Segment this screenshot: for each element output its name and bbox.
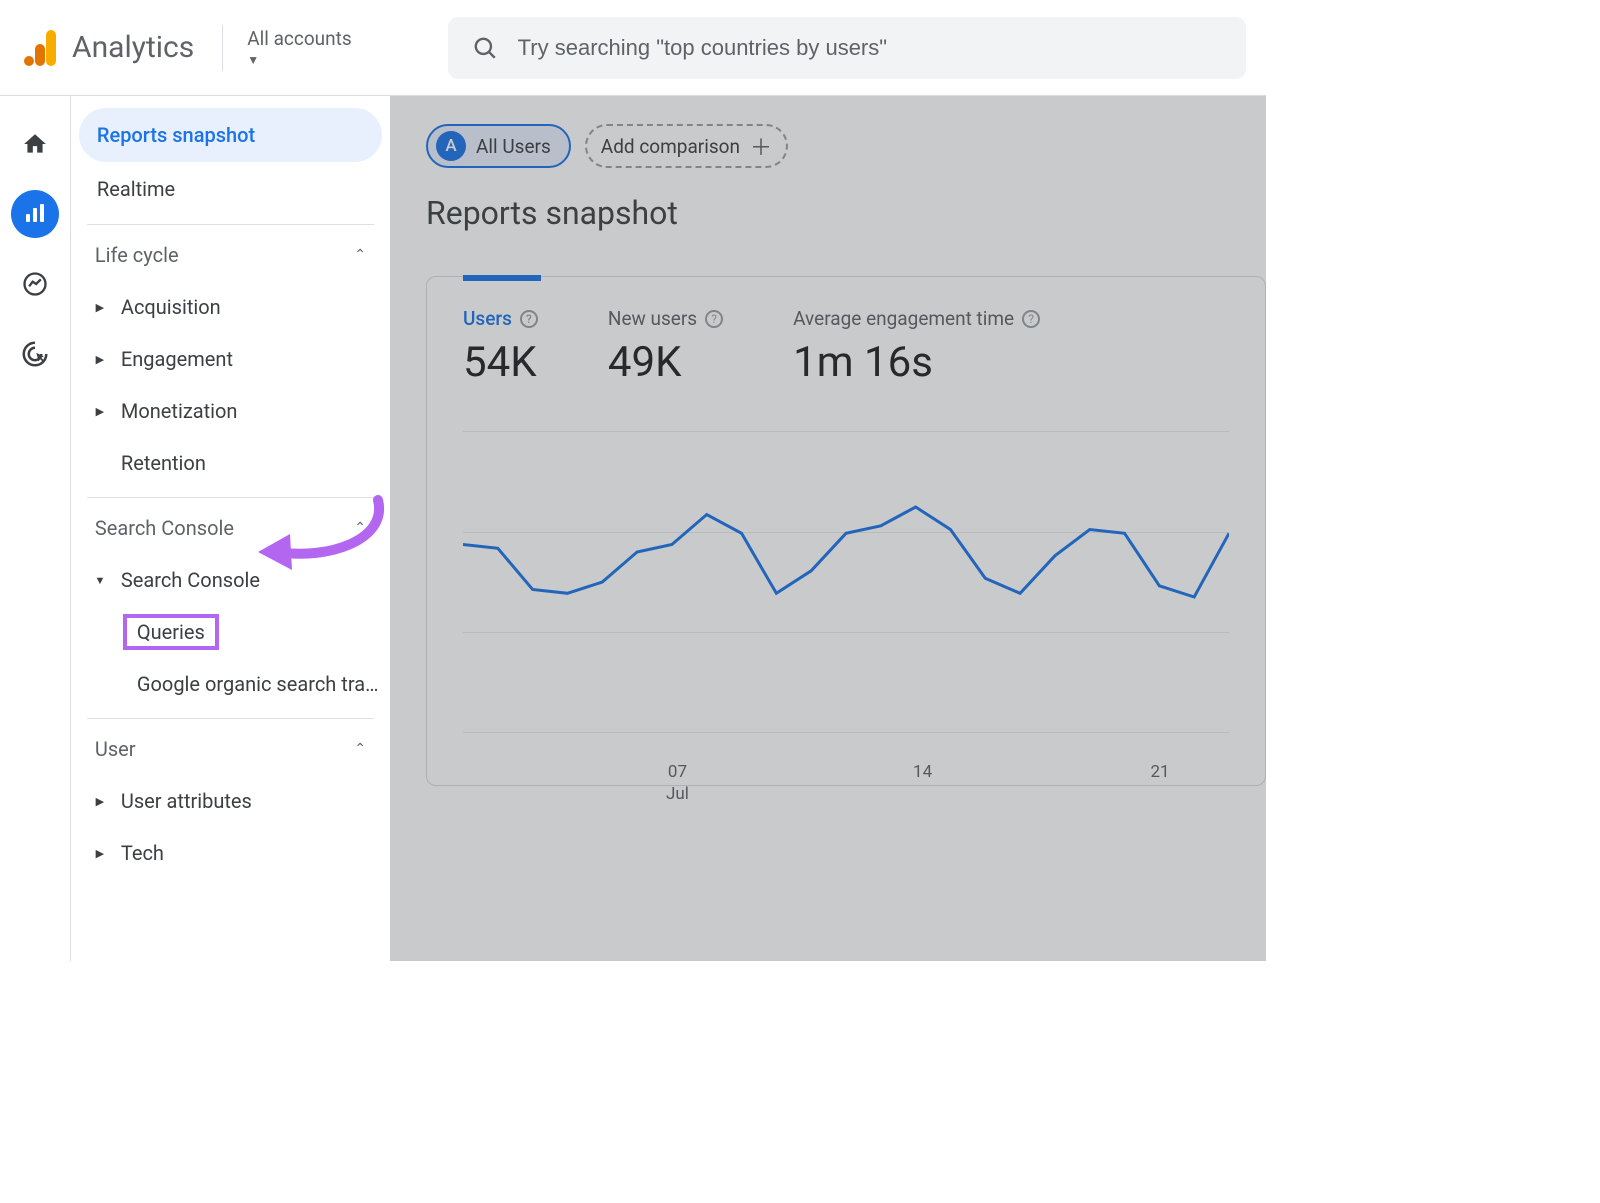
caret-down-icon: ▼ xyxy=(93,574,107,587)
search-bar[interactable] xyxy=(448,17,1246,79)
chevron-up-icon: ⌃ xyxy=(354,247,366,263)
search-icon xyxy=(472,35,498,61)
nav-label: Engagement xyxy=(121,347,233,371)
caret-right-icon: ▶ xyxy=(93,847,107,860)
left-rail xyxy=(0,96,71,961)
x-tick: 07 Jul xyxy=(666,761,689,805)
metric-value: 54K xyxy=(463,338,538,387)
nav-google-organic[interactable]: Google organic search traf… xyxy=(79,658,382,710)
help-icon[interactable]: ? xyxy=(1022,310,1040,328)
section-user[interactable]: User ⌃ xyxy=(79,723,382,775)
chevron-up-icon: ⌃ xyxy=(354,741,366,757)
x-tick-sublabel: Jul xyxy=(666,783,689,805)
help-icon[interactable]: ? xyxy=(705,310,723,328)
target-click-icon xyxy=(20,339,50,369)
rail-reports[interactable] xyxy=(11,190,59,238)
caret-right-icon: ▶ xyxy=(93,353,107,366)
x-tick: 21 xyxy=(1150,761,1169,783)
nav-label: Google organic search traf… xyxy=(137,672,382,696)
explore-icon xyxy=(21,270,49,298)
caret-right-icon: ▶ xyxy=(93,405,107,418)
segment-badge: A xyxy=(436,131,466,161)
metric-value: 49K xyxy=(608,338,723,387)
nav-user-attributes[interactable]: ▶ User attributes xyxy=(79,775,382,827)
section-label: User xyxy=(95,737,136,761)
nav-reports-snapshot[interactable]: Reports snapshot xyxy=(79,108,382,162)
bar-chart-icon xyxy=(23,202,47,226)
home-icon xyxy=(22,131,48,157)
nav-acquisition[interactable]: ▶ Acquisition xyxy=(79,281,382,333)
divider xyxy=(87,224,374,225)
metric-users[interactable]: Users ? 54K xyxy=(463,307,538,387)
nav-queries[interactable]: Queries xyxy=(79,606,382,658)
section-label: Search Console xyxy=(95,516,234,540)
search-input[interactable] xyxy=(518,35,1222,61)
account-selector[interactable]: All accounts ▼ xyxy=(247,28,351,67)
plus-icon: ＋ xyxy=(750,130,772,162)
metrics-row: Users ? 54K New users ? 49K Average enga… xyxy=(463,307,1229,387)
x-tick: 14 xyxy=(913,761,932,783)
nav-realtime[interactable]: Realtime xyxy=(79,162,382,216)
divider xyxy=(87,718,374,719)
add-comparison-label: Add comparison xyxy=(601,135,740,158)
analytics-logo-icon xyxy=(24,30,58,66)
help-icon[interactable]: ? xyxy=(520,310,538,328)
header: Analytics All accounts ▼ xyxy=(0,0,1266,96)
nav-retention[interactable]: Retention xyxy=(79,437,382,489)
metric-label-text: New users xyxy=(608,307,697,330)
logo-block[interactable]: Analytics xyxy=(24,30,194,66)
segment-label: All Users xyxy=(476,135,551,158)
nav-label: Queries xyxy=(137,620,205,644)
highlight-annotation: Queries xyxy=(123,614,219,650)
gridline xyxy=(463,732,1229,733)
nav-monetization[interactable]: ▶ Monetization xyxy=(79,385,382,437)
line-chart: 07 Jul 14 21 xyxy=(463,431,1229,761)
nav-label: Retention xyxy=(121,451,206,475)
nav-label: Acquisition xyxy=(121,295,221,319)
divider xyxy=(222,25,223,71)
section-life-cycle[interactable]: Life cycle ⌃ xyxy=(79,229,382,281)
rail-advertising[interactable] xyxy=(11,330,59,378)
caret-down-icon: ▼ xyxy=(247,53,259,67)
chevron-up-icon: ⌃ xyxy=(354,520,366,536)
page-title: Reports snapshot xyxy=(426,194,1266,232)
nav-label: Tech xyxy=(121,841,164,865)
x-tick-label: 07 xyxy=(666,761,689,783)
chart-line-path xyxy=(463,432,1229,732)
section-search-console[interactable]: Search Console ⌃ xyxy=(79,502,382,554)
metric-label-text: Average engagement time xyxy=(793,307,1014,330)
nav-label: Reports snapshot xyxy=(97,123,255,147)
nav-tech[interactable]: ▶ Tech xyxy=(79,827,382,879)
section-label: Life cycle xyxy=(95,243,179,267)
metrics-card: Users ? 54K New users ? 49K Average enga… xyxy=(426,276,1266,786)
sidebar: Reports snapshot Realtime Life cycle ⌃ ▶… xyxy=(71,96,390,961)
nav-label: Search Console xyxy=(121,568,260,592)
metric-new-users[interactable]: New users ? 49K xyxy=(608,307,723,387)
metric-label-text: Users xyxy=(463,307,512,330)
main-content: A All Users Add comparison ＋ Reports sna… xyxy=(390,96,1266,961)
x-tick-label: 21 xyxy=(1150,761,1169,783)
account-label: All accounts xyxy=(247,28,351,51)
app-name: Analytics xyxy=(72,30,194,65)
segment-chip[interactable]: A All Users xyxy=(426,124,571,168)
nav-search-console-group[interactable]: ▼ Search Console xyxy=(79,554,382,606)
rail-home[interactable] xyxy=(11,120,59,168)
add-comparison-chip[interactable]: Add comparison ＋ xyxy=(585,124,788,168)
metric-avg-engagement[interactable]: Average engagement time ? 1m 16s xyxy=(793,307,1040,387)
x-tick-label: 14 xyxy=(913,761,932,783)
comparison-chips: A All Users Add comparison ＋ xyxy=(426,124,1266,168)
caret-right-icon: ▶ xyxy=(93,795,107,808)
nav-label: Monetization xyxy=(121,399,238,423)
divider xyxy=(87,497,374,498)
metric-value: 1m 16s xyxy=(793,338,1040,387)
nav-engagement[interactable]: ▶ Engagement xyxy=(79,333,382,385)
caret-right-icon: ▶ xyxy=(93,301,107,314)
nav-label: User attributes xyxy=(121,789,252,813)
nav-label: Realtime xyxy=(97,177,175,201)
rail-explore[interactable] xyxy=(11,260,59,308)
